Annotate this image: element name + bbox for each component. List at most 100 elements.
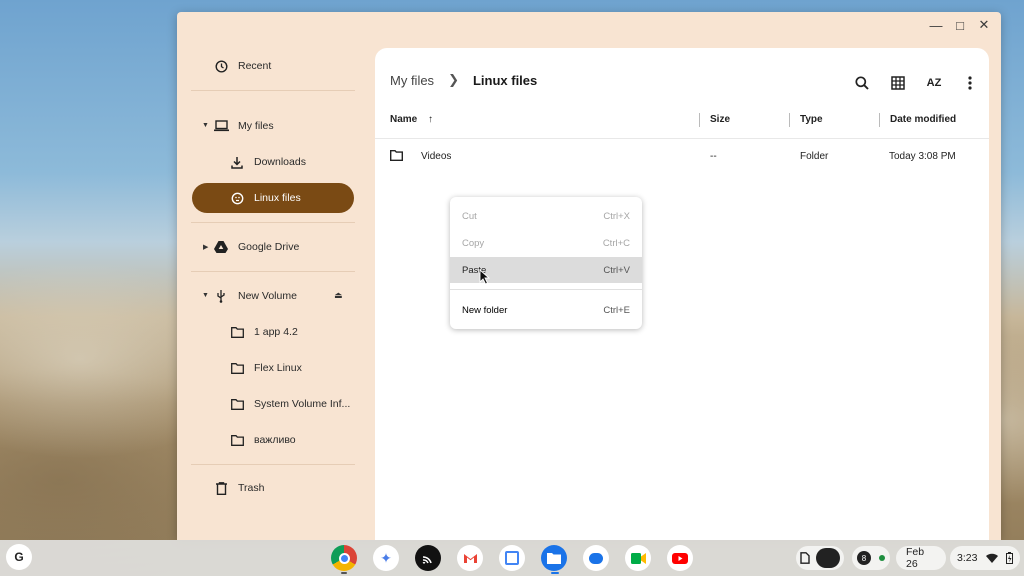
sidebar-divider xyxy=(191,222,355,223)
cast-app-icon[interactable] xyxy=(415,545,441,571)
sidebar-item-label: Flex Linux xyxy=(254,362,302,374)
clock-time: 3:23 xyxy=(957,552,978,564)
caret-down-icon[interactable]: ▼ xyxy=(202,122,209,129)
caret-right-icon[interactable]: ▶ xyxy=(203,243,208,251)
grid-view-button[interactable] xyxy=(887,72,909,94)
chevron-right-icon: ❯ xyxy=(448,72,459,87)
menu-item-shortcut: Ctrl+E xyxy=(603,304,630,316)
sidebar-item-label: Recent xyxy=(238,60,272,72)
menu-item-copy[interactable]: Copy Ctrl+C xyxy=(450,230,642,256)
menu-item-label: New folder xyxy=(462,304,508,316)
search-icon xyxy=(855,76,869,90)
search-button[interactable] xyxy=(851,72,873,94)
folder-icon xyxy=(390,150,403,164)
sidebar-item-label: Linux files xyxy=(254,192,301,204)
notification-tray[interactable]: 8 xyxy=(852,546,890,570)
sidebar-item-volume-folder[interactable]: важливо xyxy=(229,425,296,455)
sidebar-item-label: 1 app 4.2 xyxy=(254,326,298,338)
sort-button[interactable]: AZ xyxy=(923,72,945,94)
close-button[interactable]: ✕ xyxy=(975,16,993,34)
youtube-app-icon[interactable] xyxy=(667,545,693,571)
maximize-button[interactable]: □ xyxy=(951,16,969,34)
row-type: Folder xyxy=(800,151,829,162)
sidebar-divider xyxy=(191,90,355,91)
sidebar-item-google-drive[interactable]: Google Drive xyxy=(213,232,299,262)
sidebar-item-new-volume[interactable]: New Volume xyxy=(213,281,297,311)
breadcrumb-current: Linux files xyxy=(472,72,538,88)
sidebar-item-recent[interactable]: Recent xyxy=(213,51,271,81)
messages-app-icon[interactable] xyxy=(583,545,609,571)
toolbar: AZ xyxy=(851,72,981,94)
linux-penguin-icon xyxy=(229,190,245,206)
download-icon xyxy=(229,154,245,170)
folder-icon xyxy=(229,396,245,412)
row-size: -- xyxy=(710,151,717,162)
menu-item-label: Copy xyxy=(462,237,485,249)
column-header-size[interactable]: Size xyxy=(710,114,730,125)
arrow-up-icon: ↑ xyxy=(428,114,434,125)
status-dot-icon xyxy=(879,555,885,561)
more-options-button[interactable] xyxy=(959,72,981,94)
breadcrumb-root[interactable]: My files xyxy=(390,73,434,88)
document-icon xyxy=(800,552,810,564)
column-header-name[interactable]: Name ↑ xyxy=(390,114,433,125)
sidebar-item-volume-folder[interactable]: System Volume Inf... xyxy=(229,389,350,419)
folder-icon xyxy=(229,360,245,376)
battery-icon xyxy=(1006,552,1013,564)
eject-icon[interactable]: ⏏ xyxy=(334,290,343,301)
column-divider[interactable] xyxy=(699,113,700,127)
meet-app-icon[interactable] xyxy=(625,545,651,571)
gemini-app-icon[interactable]: ✦ xyxy=(373,545,399,571)
status-area[interactable]: 3:23 xyxy=(950,546,1020,570)
tote-holding-space[interactable] xyxy=(796,546,844,570)
caret-down-icon[interactable]: ▼ xyxy=(202,292,209,299)
system-shelf: G ✦ 8 Feb 26 3:23 xyxy=(0,540,1024,576)
column-divider[interactable] xyxy=(879,113,880,127)
window-controls: — □ ✕ xyxy=(919,12,1001,36)
gmail-app-icon[interactable] xyxy=(457,545,483,571)
sidebar-item-label: New Volume xyxy=(238,290,297,302)
calendar-app-icon[interactable] xyxy=(499,545,525,571)
breadcrumb: My files ❯ Linux files xyxy=(390,72,537,88)
sidebar-item-label: Trash xyxy=(238,482,265,494)
menu-item-label: Cut xyxy=(462,210,477,222)
chrome-app-icon[interactable] xyxy=(331,545,357,571)
column-header-type[interactable]: Type xyxy=(800,114,823,125)
wifi-icon xyxy=(985,553,998,563)
files-app-icon[interactable] xyxy=(541,545,567,571)
mouse-pointer-icon xyxy=(479,269,491,285)
menu-item-shortcut: Ctrl+V xyxy=(603,264,630,276)
sidebar-item-volume-folder[interactable]: 1 app 4.2 xyxy=(229,317,298,347)
sidebar-divider xyxy=(191,464,355,465)
date-tray[interactable]: Feb 26 xyxy=(896,546,946,570)
sidebar-item-label: важливо xyxy=(254,434,296,446)
sidebar-item-label: Downloads xyxy=(254,156,306,168)
grid-icon xyxy=(891,76,905,90)
row-name: Videos xyxy=(421,151,452,162)
menu-divider xyxy=(450,289,642,290)
sidebar-item-label: My files xyxy=(238,120,274,132)
sidebar-item-my-files[interactable]: My files xyxy=(213,111,274,141)
column-header-label: Name xyxy=(390,114,418,125)
column-divider[interactable] xyxy=(789,113,790,127)
more-vertical-icon xyxy=(968,76,972,90)
column-header-date[interactable]: Date modified xyxy=(890,114,956,125)
menu-item-shortcut: Ctrl+X xyxy=(603,210,630,222)
screen-capture-toggle-icon xyxy=(816,548,840,568)
google-drive-icon xyxy=(213,239,229,255)
sidebar-item-volume-folder[interactable]: Flex Linux xyxy=(229,353,302,383)
clock-icon xyxy=(213,58,229,74)
laptop-icon xyxy=(213,118,229,134)
table-row[interactable]: Videos -- Folder Today 3:08 PM xyxy=(375,144,989,170)
sidebar-item-linux-files[interactable]: Linux files xyxy=(192,183,354,213)
folder-icon xyxy=(229,324,245,340)
trash-icon xyxy=(213,480,229,496)
menu-item-new-folder[interactable]: New folder Ctrl+E xyxy=(450,297,642,323)
sidebar-item-trash[interactable]: Trash xyxy=(213,473,264,503)
minimize-button[interactable]: — xyxy=(927,16,945,34)
sidebar-item-downloads[interactable]: Downloads xyxy=(229,147,306,177)
row-date: Today 3:08 PM xyxy=(889,151,956,162)
launcher-button[interactable]: G xyxy=(6,544,32,570)
menu-item-cut[interactable]: Cut Ctrl+X xyxy=(450,203,642,229)
folder-icon xyxy=(229,432,245,448)
